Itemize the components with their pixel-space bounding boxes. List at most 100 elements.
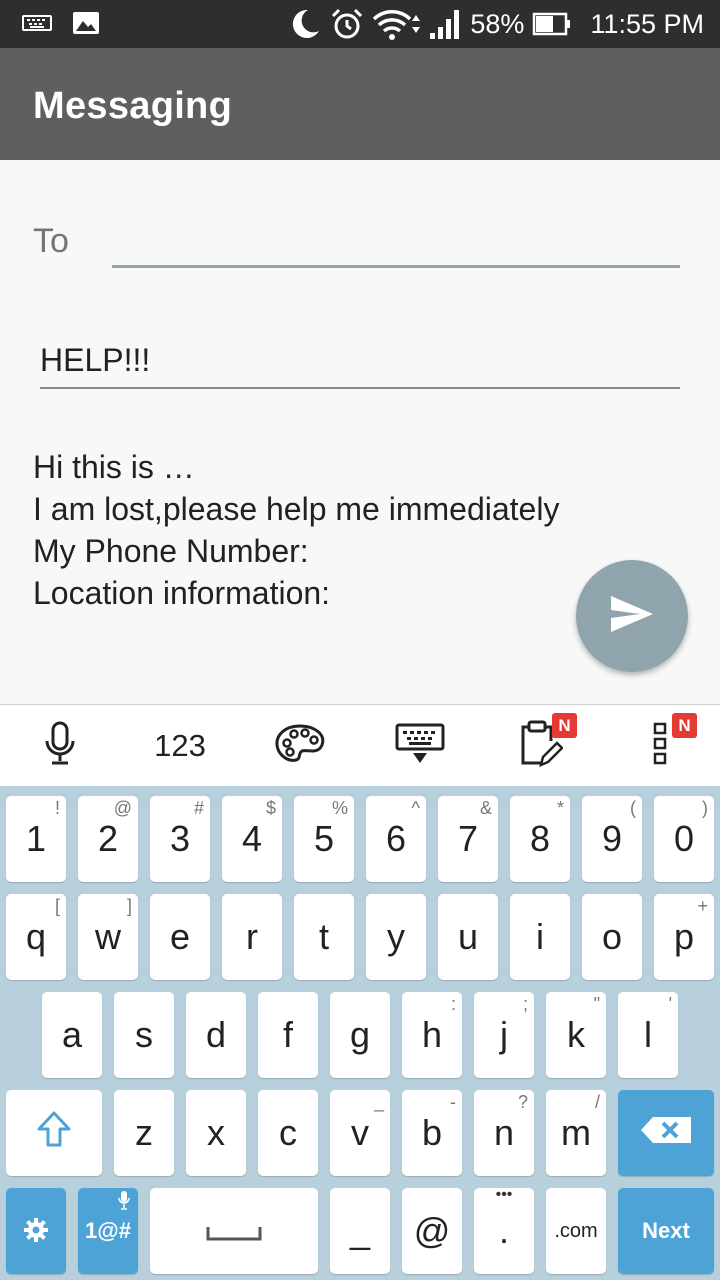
key-q[interactable]: q[ [6,894,66,980]
microphone-icon [44,721,76,772]
key-r[interactable]: r [222,894,282,980]
shift-key[interactable] [6,1090,102,1176]
key-t[interactable]: t [294,894,354,980]
key-9[interactable]: 9( [582,796,642,882]
key-hint: : [450,994,456,1014]
key-y[interactable]: y [366,894,426,980]
status-bar: 58% 11:55 PM [0,0,720,48]
at-key[interactable]: @ [402,1188,462,1274]
key-c[interactable]: c [258,1090,318,1176]
to-label: To [33,222,69,260]
key-3[interactable]: 3 # [150,796,210,882]
key-g[interactable]: g [330,992,390,1078]
numbers-button[interactable]: 123 [140,705,220,787]
message-line: Location information: [33,575,331,611]
key-label: f [282,1014,293,1055]
key-z[interactable]: z [114,1090,174,1176]
key-j[interactable]: j; [474,992,534,1078]
key-a[interactable]: a [42,992,102,1078]
key-label: p [673,916,695,957]
key-h[interactable]: h: [402,992,462,1078]
key-m[interactable]: m / [546,1090,606,1176]
moon-icon [288,7,322,41]
send-button[interactable] [576,560,688,672]
more-button[interactable]: N [620,705,700,787]
key-6[interactable]: 6 ^ [366,796,426,882]
clipboard-button[interactable]: N [500,705,580,787]
theme-button[interactable] [260,705,340,787]
key-0[interactable]: 0) [654,796,714,882]
underscore-key[interactable]: _ [330,1188,390,1274]
key-w[interactable]: w] [78,894,138,980]
alarm-icon [330,7,364,41]
key-p[interactable]: p + [654,894,714,980]
space-bar-icon [206,1210,262,1252]
key-label: h [421,1014,443,1055]
key-label: b [421,1112,443,1153]
key-1[interactable]: 1! [6,796,66,882]
keyboard-toolbar: 123 N N [0,704,720,786]
backspace-icon [639,1112,693,1154]
period-key-hint: ••• [495,1186,513,1203]
clock: 11:55 PM [590,8,704,39]
wifi-icon [372,7,421,41]
backspace-key[interactable] [618,1090,714,1176]
key-label: q [25,916,47,957]
key-hint: * [556,798,564,818]
key-label: d [205,1014,227,1055]
next-key[interactable]: Next [618,1188,714,1274]
hide-keyboard-button[interactable] [380,705,460,787]
period-key[interactable]: . ••• [474,1186,534,1274]
keyboard: 1@# _ @ . ••• .com Next 1! 2 @ 3 # 4 $ 5… [0,786,720,1280]
key-hint: " [593,994,600,1014]
app-bar: Messaging [0,48,720,160]
key-x[interactable]: x [186,1090,246,1176]
key-label: s [135,1014,153,1055]
key-o[interactable]: o [582,894,642,980]
key-s[interactable]: s [114,992,174,1078]
space-key[interactable] [150,1188,318,1274]
key-hint: / [594,1092,600,1112]
subject-field[interactable]: HELP!!! [40,336,680,389]
key-label: 1 [25,818,47,859]
key-b[interactable]: b- [402,1090,462,1176]
message-body[interactable]: Hi this is … I am lost,please help me im… [33,446,653,614]
symbols-key-label: 1@# [85,1218,131,1243]
palette-icon [274,723,326,770]
key-hint: ? [517,1092,528,1112]
key-k[interactable]: k " [546,992,606,1078]
key-4[interactable]: 4 $ [222,796,282,882]
key-d[interactable]: d [186,992,246,1078]
key-u[interactable]: u [438,894,498,980]
key-v[interactable]: v _ [330,1090,390,1176]
key-hint: [ [54,896,60,916]
key-label: m [561,1112,591,1153]
key-label: n [493,1112,515,1153]
voice-input-button[interactable] [20,705,100,787]
key-label: v [351,1112,369,1153]
key-i[interactable]: i [510,894,570,980]
dotcom-key[interactable]: .com [546,1188,606,1274]
key-f[interactable]: f [258,992,318,1078]
keyboard-icon [22,12,52,39]
key-label: 7 [457,818,479,859]
key-e[interactable]: e [150,894,210,980]
key-label: i [536,916,544,957]
symbols-key[interactable]: 1@# [78,1188,138,1274]
key-hint: ^ [411,798,420,818]
key-2[interactable]: 2 @ [78,796,138,882]
key-label: 5 [313,818,335,859]
key-5[interactable]: 5% [294,796,354,882]
key-n[interactable]: n? [474,1090,534,1176]
key-label: g [349,1014,371,1055]
to-input[interactable] [112,212,680,268]
settings-key[interactable] [6,1188,66,1274]
key-l[interactable]: l ' [618,992,678,1078]
key-hint: + [697,896,708,916]
key-7[interactable]: 7 & [438,796,498,882]
message-line: My Phone Number: [33,533,309,569]
key-hint: ) [702,798,708,818]
clipboard-badge: N [552,713,577,738]
key-8[interactable]: 8 * [510,796,570,882]
key-hint: - [450,1092,456,1112]
